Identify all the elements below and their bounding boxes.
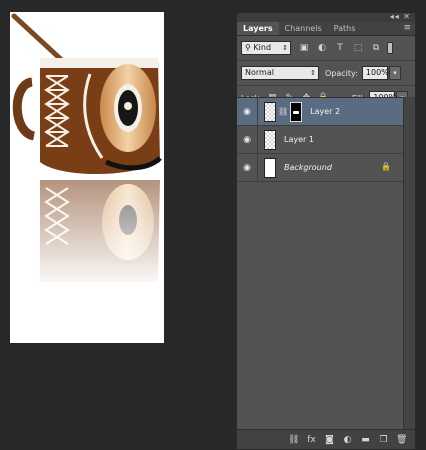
search-icon: ⚲ bbox=[245, 43, 251, 52]
layer-name[interactable]: Layer 2 bbox=[310, 107, 340, 116]
panel-title-bar[interactable]: ◂◂ ✕ bbox=[237, 12, 415, 22]
filter-kind-select[interactable]: ⚲ Kind ⇕ bbox=[241, 41, 291, 55]
workspace bbox=[0, 0, 236, 450]
fx-icon[interactable]: fx bbox=[306, 435, 317, 445]
document-canvas[interactable] bbox=[10, 12, 164, 343]
layer-row[interactable]: ◉ ⛓ Layer 2 bbox=[237, 97, 405, 126]
layer-thumbnail bbox=[264, 101, 276, 122]
layers-panel: ◂◂ ✕ Layers Channels Paths ≡ ⚲ Kind ⇕ ▣ … bbox=[236, 12, 416, 450]
layer-thumbnail bbox=[264, 129, 276, 150]
new-group-icon[interactable]: ▬ bbox=[360, 435, 371, 445]
link-layers-icon[interactable]: ⛓ bbox=[288, 435, 299, 445]
panel-collapse-close-controls[interactable]: ◂◂ ✕ bbox=[390, 12, 411, 21]
tab-paths[interactable]: Paths bbox=[328, 22, 362, 35]
delete-layer-icon[interactable]: 🗑 bbox=[396, 435, 407, 445]
adjustment-filter-icon[interactable]: ◐ bbox=[315, 41, 329, 55]
panel-tabs: Layers Channels Paths ≡ bbox=[237, 22, 415, 36]
divider bbox=[257, 125, 258, 154]
layer-name[interactable]: Layer 1 bbox=[284, 135, 314, 144]
link-icon[interactable]: ⛓ bbox=[278, 107, 288, 116]
layers-list: ◉ ⛓ Layer 2 ◉ Layer 1 ◉ Background 🔒 bbox=[237, 97, 405, 429]
layer-thumbnail bbox=[264, 157, 276, 178]
filter-toggle[interactable] bbox=[387, 42, 393, 54]
new-layer-icon[interactable]: ❐ bbox=[378, 435, 389, 445]
adjustment-layer-icon[interactable]: ◐ bbox=[342, 435, 353, 445]
layer-row[interactable]: ◉ Background 🔒 bbox=[237, 153, 405, 182]
add-mask-icon[interactable]: ◙ bbox=[324, 435, 335, 445]
filter-kind-value: Kind bbox=[253, 43, 272, 52]
opacity-dropdown-button[interactable]: ▾ bbox=[388, 66, 401, 80]
eye-icon[interactable]: ◉ bbox=[237, 163, 257, 173]
chevron-down-icon: ⇕ bbox=[282, 44, 288, 52]
panel-footer: ⛓ fx ◙ ◐ ▬ ❐ 🗑 bbox=[237, 429, 415, 449]
tab-channels[interactable]: Channels bbox=[279, 22, 328, 35]
eye-icon[interactable]: ◉ bbox=[237, 135, 257, 145]
shape-filter-icon[interactable]: ⬚ bbox=[351, 41, 365, 55]
opacity-input[interactable]: 100% bbox=[361, 66, 389, 80]
lock-icon: 🔒 bbox=[381, 162, 391, 171]
layer-mask-thumbnail[interactable] bbox=[290, 101, 303, 122]
filter-row: ⚲ Kind ⇕ ▣ ◐ T ⬚ ⧉ bbox=[237, 38, 415, 58]
chevron-down-icon: ⇕ bbox=[310, 69, 316, 77]
layer-row[interactable]: ◉ Layer 1 bbox=[237, 125, 405, 154]
eye-icon[interactable]: ◉ bbox=[237, 107, 257, 117]
divider bbox=[257, 153, 258, 182]
image-filter-icon[interactable]: ▣ bbox=[297, 41, 311, 55]
panel-menu-icon[interactable]: ≡ bbox=[403, 23, 411, 33]
divider bbox=[237, 85, 415, 86]
tab-layers[interactable]: Layers bbox=[237, 22, 279, 35]
divider bbox=[237, 60, 415, 61]
blend-mode-select[interactable]: Normal ⇕ bbox=[241, 66, 319, 80]
layers-scrollbar[interactable] bbox=[403, 97, 415, 429]
mug-artwork bbox=[10, 13, 164, 290]
blend-mode-value: Normal bbox=[245, 68, 274, 77]
divider bbox=[257, 97, 258, 126]
layer-name[interactable]: Background bbox=[284, 163, 332, 172]
opacity-label: Opacity: bbox=[325, 68, 358, 78]
blend-row: Normal ⇕ Opacity: 100% ▾ bbox=[237, 63, 415, 83]
smart-object-filter-icon[interactable]: ⧉ bbox=[369, 41, 383, 55]
type-filter-icon[interactable]: T bbox=[333, 41, 347, 55]
